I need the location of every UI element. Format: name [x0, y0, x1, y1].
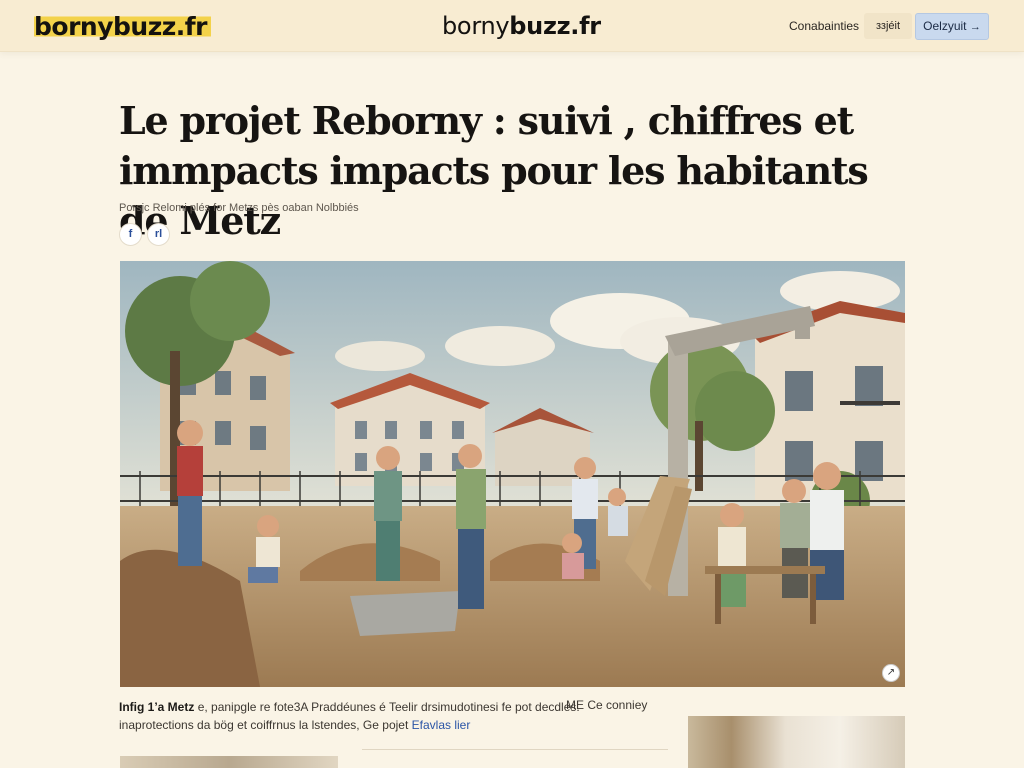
wordmark-bold: buzz.fr — [509, 12, 601, 40]
caption-lead: Infig 1’a Metz — [119, 700, 195, 714]
site-logo-text: bornybuzz.fr — [34, 12, 211, 41]
caption-link[interactable]: Efavlas lier — [412, 718, 471, 732]
nav-button-cta-label: Oelzyuit — [923, 19, 967, 33]
nav-button-cta[interactable]: Oelzyuit → — [915, 13, 989, 40]
teaser-divider — [362, 749, 668, 750]
expand-icon[interactable]: ↗ — [882, 664, 900, 682]
share-icon: rl — [154, 228, 163, 240]
arrow-icon: → — [969, 21, 981, 33]
related-thumbnail-left[interactable] — [120, 756, 338, 768]
site-header: bornybuzz.fr bornybuzz.fr Conabainties з… — [0, 0, 1024, 52]
share-secondary-button[interactable]: rl — [147, 223, 170, 246]
caption-line2: inaprotections da bög et coiffrnus la ls… — [119, 718, 409, 732]
caption-tail: ME Ce conniey — [566, 698, 648, 712]
share-facebook-button[interactable]: f — [119, 223, 142, 246]
hero-image — [120, 261, 905, 687]
site-wordmark[interactable]: bornybuzz.fr — [442, 12, 601, 40]
hero-illustration — [120, 261, 905, 687]
site-logo[interactable]: bornybuzz.fr — [34, 12, 211, 41]
wordmark-light: borny — [442, 12, 510, 40]
caption-body: e, panipgle re fote3A Praddéunes é Teeli… — [197, 700, 580, 714]
nav-link-contact[interactable]: Conabainties — [789, 19, 859, 33]
related-thumbnail-right[interactable] — [688, 716, 905, 768]
article-byline: Porsjc Relomi plés for Metzs pès oaban N… — [119, 202, 359, 214]
nav-button-secondary[interactable]: ззjéit — [864, 13, 912, 39]
facebook-icon: f — [128, 228, 133, 240]
article-headline: Le projet Reborny : suivi , chiffres et … — [119, 98, 869, 243]
